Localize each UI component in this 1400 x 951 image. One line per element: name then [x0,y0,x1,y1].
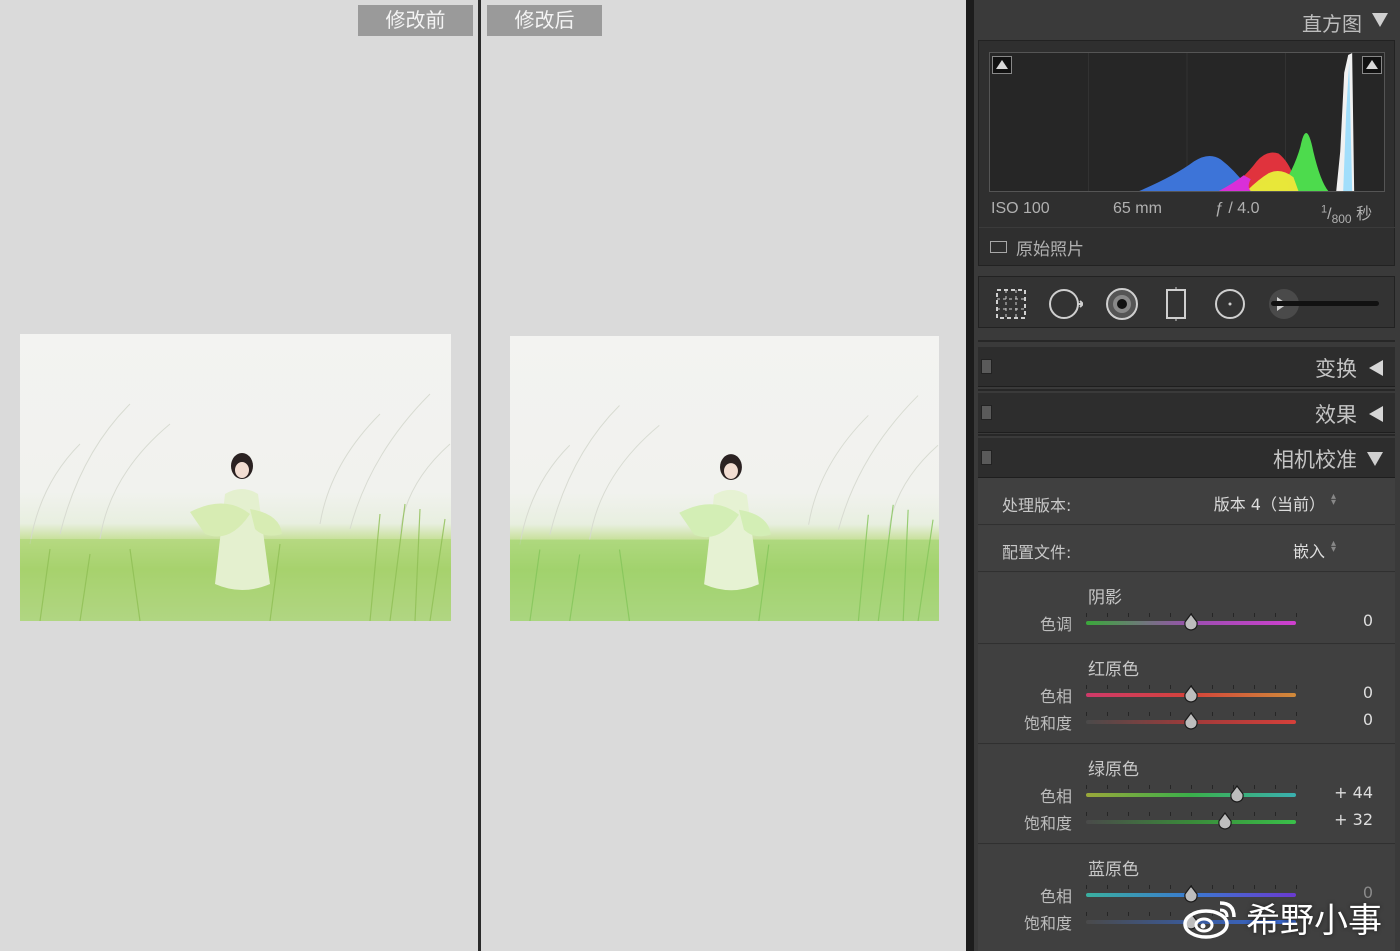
original-photo-row: 原始照片 [979,227,1396,267]
histogram-title: 直方图 [1302,12,1362,36]
lightroom-develop-view: 修改前 修改后 直方图 ISO 100 65 mm ƒ / 4.0 1/800 … [0,0,1400,951]
stepper-arrows-icon[interactable]: ▴ ▾ [1331,539,1339,555]
section-title: 效果 [1315,403,1357,427]
watermark: 希野小事 [1182,893,1382,942]
original-photo-checkbox[interactable] [990,241,1007,253]
section-title: 变换 [1315,357,1357,381]
histogram-panel: ISO 100 65 mm ƒ / 4.0 1/800 秒 原始照片 [978,40,1396,267]
slider-label: 饱和度 [1023,714,1072,733]
slider-label: 色相 [1039,887,1072,906]
slider-thumb[interactable] [1183,613,1199,631]
slider-value[interactable]: + 32 [1313,810,1373,829]
before-label: 修改前 [358,5,473,36]
profile-value[interactable]: 嵌入 [1293,538,1325,562]
panel-edge [966,0,974,951]
weibo-logo-icon [1183,900,1236,939]
highlight-clipping-toggle[interactable] [1362,56,1382,74]
before-after-compare: 修改前 修改后 [0,0,966,951]
slider-thumb[interactable] [1183,685,1199,703]
profile-label: 配置文件: [1002,543,1072,562]
graduated-filter-icon[interactable] [1159,287,1193,321]
original-photo-label: 原始照片 [1016,240,1084,260]
shutter-denominator: 800 [1331,212,1352,227]
slider-track[interactable] [1086,820,1296,824]
spot-removal-icon[interactable] [1049,287,1085,321]
histogram-curves [1088,53,1355,191]
panel-toggle-switch[interactable] [981,359,992,374]
slider-label: 色相 [1039,687,1072,706]
shadows-group: 阴影 色调 0 [978,573,1395,644]
section-transform[interactable]: 变换 [978,347,1395,387]
slider-thumb[interactable] [1217,812,1233,830]
after-photo[interactable] [510,336,939,621]
calibration-panel: 处理版本: 版本 4（当前） ▴ ▾ 配置文件: 嵌入 ▴ ▾ 阴影 色调 0 红原… [978,478,1395,951]
radial-filter-icon[interactable] [1213,287,1247,321]
after-label: 修改后 [487,5,602,36]
after-pane: 修改后 [483,0,966,951]
panel-toggle-switch[interactable] [981,450,992,465]
before-pane: 修改前 [0,0,477,951]
exif-shutter: 1/800 秒 [1321,203,1373,227]
group-title: 蓝原色 [1088,860,1139,880]
separator [978,389,1395,391]
expand-triangle-icon[interactable] [1369,406,1383,422]
section-effects[interactable]: 效果 [978,393,1395,433]
slider-ticks [1086,812,1297,817]
collapse-triangle-icon[interactable] [1367,452,1383,466]
green-primary-group: 绿原色 色相 + 44 饱和度 + 32 [978,745,1395,844]
slider-label: 色相 [1039,787,1072,806]
slider-label: 色调 [1039,615,1072,634]
red-primary-group: 红原色 色相 0 饱和度 0 [978,645,1395,744]
expand-triangle-icon[interactable] [1369,360,1383,376]
slider-ticks [1086,785,1297,790]
red-eye-icon[interactable] [1105,287,1139,321]
crop-overlay-icon[interactable] [994,287,1028,321]
watermark-text: 希野小事 [1246,901,1382,941]
group-title: 绿原色 [1088,760,1139,780]
separator [978,340,1395,342]
slider-label: 饱和度 [1023,814,1072,833]
slider-value[interactable]: 0 [1313,710,1373,729]
histogram-graph[interactable] [989,52,1385,192]
shadow-clipping-toggle[interactable] [992,56,1012,74]
slider-thumb[interactable] [1229,785,1245,803]
slider-value[interactable]: + 44 [1313,783,1373,802]
group-title: 红原色 [1088,660,1139,680]
slider-label: 饱和度 [1023,914,1072,933]
collapse-triangle-icon[interactable] [1372,13,1388,27]
panel-toggle-switch[interactable] [981,405,992,420]
stepper-arrows-icon[interactable]: ▴ ▾ [1331,492,1339,508]
separator [978,434,1395,436]
group-title: 阴影 [1088,588,1122,608]
shutter-unit: 秒 [1356,206,1373,223]
section-title: 相机校准 [1273,448,1357,472]
exif-iso: ISO 100 [991,200,1050,217]
tool-strip [978,276,1395,328]
slider-value[interactable]: 0 [1313,683,1373,702]
before-photo[interactable] [20,334,451,621]
brush-size-slider[interactable] [1271,301,1379,306]
profile-row[interactable]: 配置文件: 嵌入 ▴ ▾ [978,526,1395,572]
photo-illustration [510,395,939,621]
histogram-header[interactable]: 直方图 [974,0,1400,40]
slider-track[interactable] [1086,793,1296,797]
exif-focal-length: 65 mm [1113,200,1162,217]
process-version-row[interactable]: 处理版本: 版本 4（当前） ▴ ▾ [978,478,1395,525]
shutter-numerator: 1 [1321,203,1328,216]
slider-thumb[interactable] [1183,712,1199,730]
exif-aperture: ƒ / 4.0 [1215,200,1260,217]
photo-illustration [20,393,451,621]
process-version-value[interactable]: 版本 4（当前） [1214,491,1325,515]
section-calibration[interactable]: 相机校准 [978,438,1395,478]
slider-value[interactable]: 0 [1313,611,1373,630]
process-version-label: 处理版本: [1002,496,1072,515]
